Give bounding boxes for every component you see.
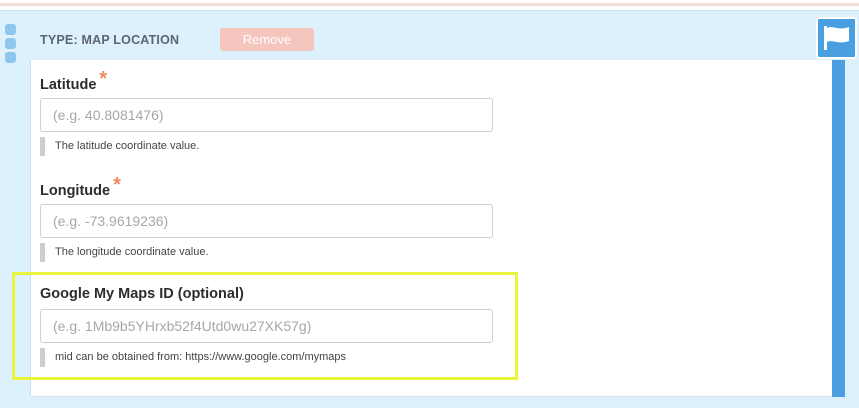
help-bar: [40, 243, 45, 262]
required-asterisk: *: [113, 174, 121, 196]
latitude-help-text: The latitude coordinate value.: [55, 140, 200, 152]
flag-icon: [823, 26, 849, 50]
remove-button[interactable]: Remove: [220, 28, 314, 51]
scrollbar[interactable]: [832, 60, 845, 397]
longitude-help-text: The longitude coordinate value.: [55, 246, 209, 258]
block-type-label: TYPE: MAP LOCATION: [40, 33, 180, 47]
drag-handle-icon[interactable]: [5, 24, 17, 66]
required-asterisk: *: [99, 68, 108, 90]
top-divider: [0, 0, 859, 6]
highlight-box: [12, 272, 518, 380]
longitude-help: The longitude coordinate value.: [40, 243, 493, 262]
longitude-input[interactable]: [40, 204, 493, 238]
latitude-field: Latitude* The latitude coordinate value.: [40, 68, 493, 156]
latitude-help: The latitude coordinate value.: [40, 137, 493, 156]
latitude-label: Latitude: [40, 77, 97, 93]
latitude-input[interactable]: [40, 98, 493, 132]
flag-button[interactable]: [816, 17, 857, 59]
drag-dot: [5, 38, 16, 49]
longitude-field: Longitude* The longitude coordinate valu…: [40, 174, 493, 262]
drag-dot: [5, 24, 16, 35]
drag-dot: [5, 52, 16, 63]
help-bar: [40, 137, 45, 156]
longitude-label: Longitude: [40, 183, 111, 199]
